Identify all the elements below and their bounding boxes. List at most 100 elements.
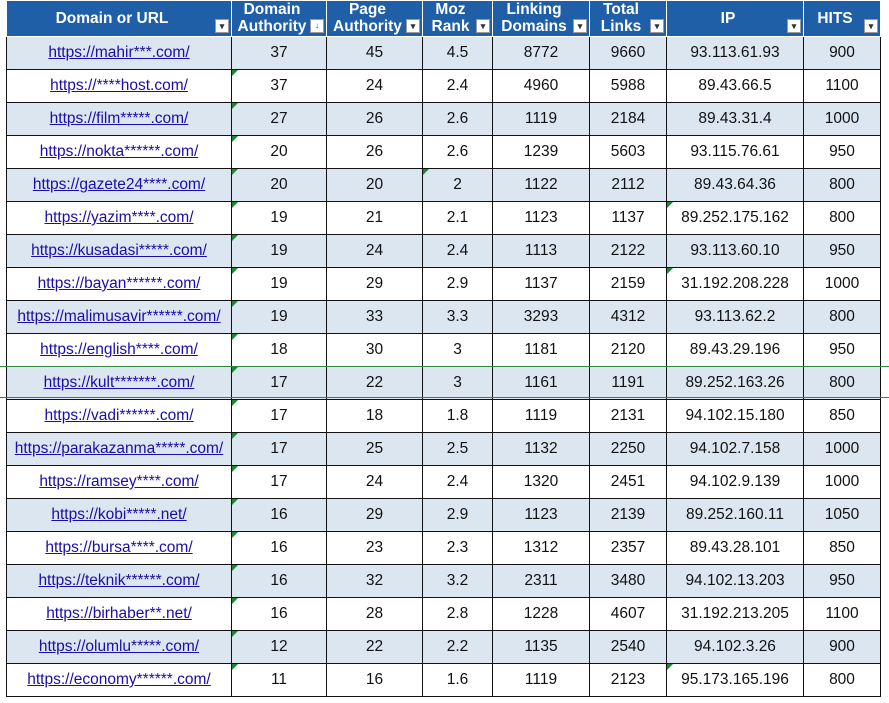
url-link[interactable]: https://teknik******.com/ <box>38 572 199 589</box>
url-cell[interactable]: https://olumlu*****.com/ <box>6 630 232 664</box>
linking-domains-cell[interactable]: 1123 <box>492 201 590 235</box>
domain-authority-cell[interactable]: 27 <box>231 102 327 136</box>
linking-domains-cell[interactable]: 1122 <box>492 168 590 202</box>
page-authority-cell[interactable]: 33 <box>326 300 423 334</box>
ip-cell[interactable]: 94.102.9.139 <box>666 465 804 499</box>
ip-cell[interactable]: 93.113.61.93 <box>666 36 804 70</box>
domain-authority-cell[interactable]: 16 <box>231 597 327 631</box>
moz-rank-cell[interactable]: 4.5 <box>422 36 493 70</box>
domain-authority-cell[interactable]: 20 <box>231 168 327 202</box>
hits-cell[interactable]: 800 <box>803 168 881 202</box>
domain-authority-cell[interactable]: 20 <box>231 135 327 169</box>
hits-cell[interactable]: 950 <box>803 135 881 169</box>
url-cell[interactable]: https://birhaber**.net/ <box>6 597 232 631</box>
total-links-cell[interactable]: 2112 <box>589 168 667 202</box>
url-cell[interactable]: https://vadi******.com/ <box>6 399 232 433</box>
filter-dropdown-icon[interactable]: ▾ <box>573 19 587 33</box>
url-link[interactable]: https://bayan******.com/ <box>38 275 201 292</box>
ip-cell[interactable]: 93.113.60.10 <box>666 234 804 268</box>
url-cell[interactable]: https://bayan******.com/ <box>6 267 232 301</box>
moz-rank-cell[interactable]: 3.2 <box>422 564 493 598</box>
moz-rank-cell[interactable]: 3 <box>422 366 493 400</box>
page-authority-cell[interactable]: 29 <box>326 498 423 532</box>
page-authority-cell[interactable]: 25 <box>326 432 423 466</box>
url-link[interactable]: https://gazete24****.com/ <box>33 176 205 193</box>
page-authority-cell[interactable]: 23 <box>326 531 423 565</box>
hits-cell[interactable]: 800 <box>803 663 881 697</box>
url-link[interactable]: https://birhaber**.net/ <box>46 605 192 622</box>
page-authority-cell[interactable]: 22 <box>326 366 423 400</box>
hits-cell[interactable]: 1100 <box>803 69 881 103</box>
moz-rank-cell[interactable]: 2.4 <box>422 465 493 499</box>
hits-cell[interactable]: 900 <box>803 630 881 664</box>
total-links-cell[interactable]: 5988 <box>589 69 667 103</box>
page-authority-cell[interactable]: 29 <box>326 267 423 301</box>
filter-dropdown-icon[interactable]: ▾ <box>476 19 490 33</box>
url-link[interactable]: https://kusadasi*****.com/ <box>31 242 207 259</box>
url-cell[interactable]: https://gazete24****.com/ <box>6 168 232 202</box>
linking-domains-cell[interactable]: 1228 <box>492 597 590 631</box>
hits-cell[interactable]: 1000 <box>803 102 881 136</box>
url-cell[interactable]: https://kobi*****.net/ <box>6 498 232 532</box>
moz-rank-cell[interactable]: 2.2 <box>422 630 493 664</box>
domain-authority-cell[interactable]: 19 <box>231 201 327 235</box>
url-cell[interactable]: https://film*****.com/ <box>6 102 232 136</box>
total-links-cell[interactable]: 1191 <box>589 366 667 400</box>
total-links-cell[interactable]: 3480 <box>589 564 667 598</box>
linking-domains-cell[interactable]: 1113 <box>492 234 590 268</box>
sort-descending-icon[interactable]: ↓ <box>310 19 324 33</box>
linking-domains-cell[interactable]: 1119 <box>492 663 590 697</box>
hits-cell[interactable]: 1100 <box>803 597 881 631</box>
hits-cell[interactable]: 1050 <box>803 498 881 532</box>
page-authority-cell[interactable]: 22 <box>326 630 423 664</box>
hits-cell[interactable]: 800 <box>803 366 881 400</box>
url-cell[interactable]: https://english****.com/ <box>6 333 232 367</box>
header-hits[interactable]: HITS ▾ <box>803 0 881 37</box>
url-link[interactable]: https://olumlu*****.com/ <box>39 638 199 655</box>
url-cell[interactable]: https://ramsey****.com/ <box>6 465 232 499</box>
url-link[interactable]: https://nokta******.com/ <box>40 143 199 160</box>
domain-authority-cell[interactable]: 17 <box>231 465 327 499</box>
moz-rank-cell[interactable]: 3 <box>422 333 493 367</box>
ip-cell[interactable]: 95.173.165.196 <box>666 663 804 697</box>
linking-domains-cell[interactable]: 1181 <box>492 333 590 367</box>
hits-cell[interactable]: 850 <box>803 399 881 433</box>
header-moz-rank[interactable]: Moz Rank ▾ <box>422 0 493 37</box>
total-links-cell[interactable]: 1137 <box>589 201 667 235</box>
page-authority-cell[interactable]: 26 <box>326 102 423 136</box>
ip-cell[interactable]: 94.102.15.180 <box>666 399 804 433</box>
filter-dropdown-icon[interactable]: ▾ <box>864 19 878 33</box>
linking-domains-cell[interactable]: 1123 <box>492 498 590 532</box>
ip-cell[interactable]: 93.113.62.2 <box>666 300 804 334</box>
moz-rank-cell[interactable]: 3.3 <box>422 300 493 334</box>
hits-cell[interactable]: 800 <box>803 300 881 334</box>
filter-dropdown-icon[interactable]: ▾ <box>215 19 229 33</box>
ip-cell[interactable]: 89.252.163.26 <box>666 366 804 400</box>
page-authority-cell[interactable]: 24 <box>326 465 423 499</box>
url-cell[interactable]: https://kult*******.com/ <box>6 366 232 400</box>
url-link[interactable]: https://economy******.com/ <box>27 671 211 688</box>
ip-cell[interactable]: 89.43.29.196 <box>666 333 804 367</box>
ip-cell[interactable]: 89.252.175.162 <box>666 201 804 235</box>
page-authority-cell[interactable]: 16 <box>326 663 423 697</box>
header-ip[interactable]: IP ▾ <box>666 0 804 37</box>
filter-dropdown-icon[interactable]: ▾ <box>787 19 801 33</box>
page-authority-cell[interactable]: 21 <box>326 201 423 235</box>
moz-rank-cell[interactable]: 2.3 <box>422 531 493 565</box>
url-cell[interactable]: https://economy******.com/ <box>6 663 232 697</box>
moz-rank-cell[interactable]: 1.8 <box>422 399 493 433</box>
url-link[interactable]: https://film*****.com/ <box>50 110 189 127</box>
linking-domains-cell[interactable]: 1119 <box>492 102 590 136</box>
header-domain-or-url[interactable]: Domain or URL ▾ <box>6 0 232 37</box>
linking-domains-cell[interactable]: 2311 <box>492 564 590 598</box>
hits-cell[interactable]: 900 <box>803 36 881 70</box>
moz-rank-cell[interactable]: 2.9 <box>422 267 493 301</box>
url-link[interactable]: https://vadi******.com/ <box>44 407 193 424</box>
total-links-cell[interactable]: 9660 <box>589 36 667 70</box>
linking-domains-cell[interactable]: 4960 <box>492 69 590 103</box>
total-links-cell[interactable]: 2131 <box>589 399 667 433</box>
moz-rank-cell[interactable]: 1.6 <box>422 663 493 697</box>
linking-domains-cell[interactable]: 1119 <box>492 399 590 433</box>
domain-authority-cell[interactable]: 11 <box>231 663 327 697</box>
domain-authority-cell[interactable]: 37 <box>231 36 327 70</box>
